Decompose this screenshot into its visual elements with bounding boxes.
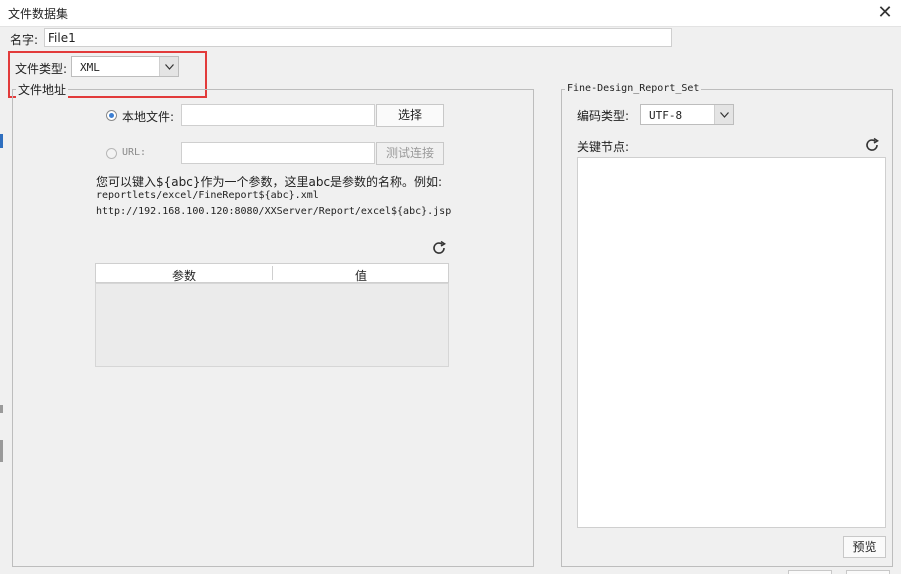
title-bar: [0, 0, 901, 27]
url-label: URL:: [122, 147, 147, 158]
encoding-label: 编码类型:: [577, 109, 630, 123]
choose-file-button[interactable]: 选择: [376, 104, 444, 127]
name-input-value: File1: [48, 31, 76, 45]
edge-marker: [0, 405, 3, 413]
column-header-value: 值: [354, 269, 367, 283]
chevron-down-icon: [714, 105, 733, 124]
window-title: 文件数据集: [8, 7, 69, 21]
design-settings-legend: Fine-Design_Report_Set: [565, 83, 702, 94]
encoding-value: UTF-8: [649, 109, 683, 122]
refresh-icon[interactable]: [431, 240, 447, 259]
close-icon[interactable]: ✕: [874, 2, 896, 24]
hint-line-2: reportlets/excel/FineReport${abc}.xml: [96, 190, 319, 201]
params-table-body[interactable]: [95, 283, 449, 367]
key-nodes-tree[interactable]: [577, 157, 886, 528]
hint-line-1: 您可以键入${abc}作为一个参数，这里abc是参数的名称。例如:: [96, 175, 443, 189]
local-file-radio[interactable]: [106, 110, 117, 121]
url-input[interactable]: [181, 142, 375, 164]
key-nodes-label: 关键节点:: [577, 140, 630, 154]
name-label: 名字:: [10, 33, 39, 47]
ok-button[interactable]: [788, 570, 832, 574]
file-type-label: 文件类型:: [15, 62, 68, 76]
local-file-input[interactable]: [181, 104, 375, 126]
url-radio[interactable]: [106, 148, 117, 159]
file-type-select[interactable]: XML: [71, 56, 179, 77]
column-header-param: 参数: [171, 269, 196, 283]
local-file-label: 本地文件:: [122, 110, 175, 124]
file-address-legend: 文件地址: [16, 81, 69, 98]
hint-line-3: http://192.168.100.120:8080/XXServer/Rep…: [96, 206, 452, 217]
refresh-icon[interactable]: [864, 137, 880, 156]
name-input[interactable]: File1: [44, 28, 672, 47]
test-connection-button[interactable]: 测试连接: [376, 142, 444, 165]
encoding-select[interactable]: UTF-8: [640, 104, 734, 125]
cancel-button[interactable]: [846, 570, 890, 574]
file-type-value: XML: [80, 61, 100, 74]
preview-button[interactable]: 预览: [843, 536, 886, 558]
params-table-header: 参数 值: [95, 263, 449, 283]
edge-marker: [0, 134, 3, 148]
chevron-down-icon: [159, 57, 178, 76]
edge-marker: [0, 440, 3, 462]
